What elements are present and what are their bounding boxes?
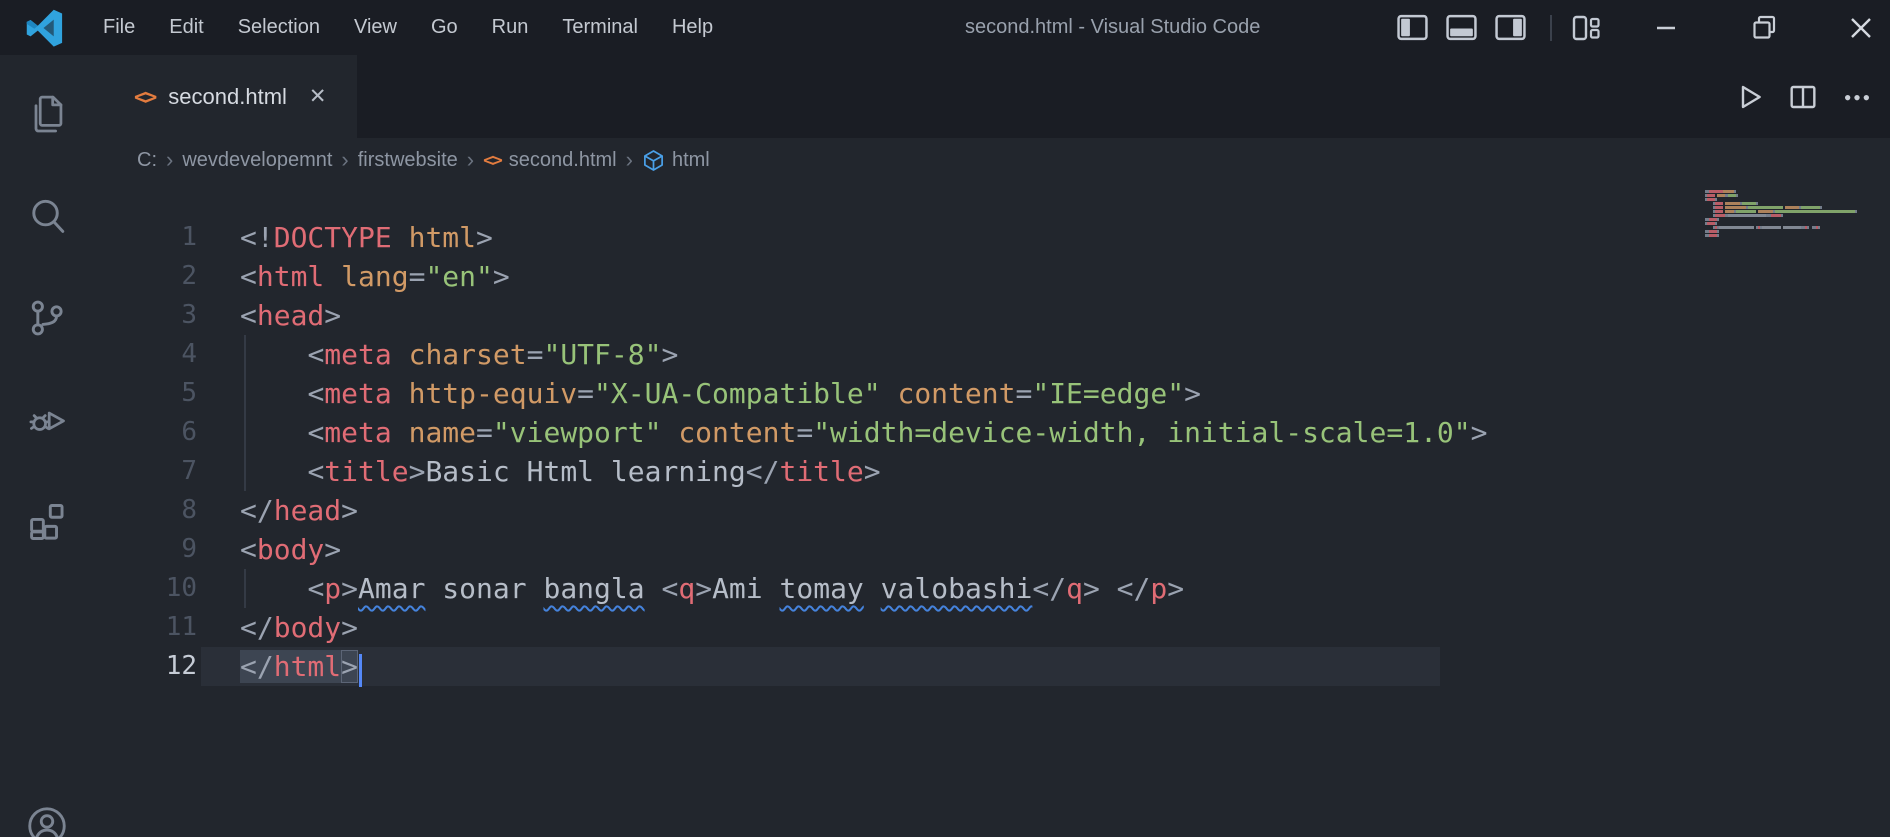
extensions-icon[interactable] bbox=[24, 499, 70, 545]
breadcrumb-item-firstwebsite[interactable]: firstwebsite bbox=[358, 149, 458, 172]
source-control-icon[interactable] bbox=[24, 295, 70, 341]
layout-sidebar-left-icon[interactable] bbox=[1397, 14, 1428, 41]
breadcrumb: C: › wevdevelopemnt › firstwebsite › <> second.… bbox=[94, 138, 1890, 182]
editor-actions bbox=[1732, 55, 1874, 138]
text-cursor bbox=[359, 654, 363, 687]
breadcrumb-item-c-[interactable]: C: bbox=[137, 149, 157, 172]
chevron-right-icon: › bbox=[466, 147, 475, 172]
customize-layout-icon[interactable] bbox=[1572, 14, 1600, 42]
code-line-4[interactable]: 4 <meta charset="UTF-8"> bbox=[94, 335, 1890, 374]
chevron-right-icon: › bbox=[341, 147, 349, 172]
code-editor[interactable]: 1 <!DOCTYPE html> 2 <html lang="en"> 3 <head>… bbox=[94, 182, 1890, 837]
html-file-icon: <> bbox=[134, 84, 157, 109]
breadcrumb-item-wevdevelopemnt[interactable]: wevdevelopemnt bbox=[182, 149, 332, 172]
more-actions-button[interactable] bbox=[1840, 80, 1874, 114]
line-number: 3 bbox=[181, 300, 197, 330]
title-bar: File Edit Selection View Go Run Terminal Help s… bbox=[0, 0, 1890, 55]
line-number: 6 bbox=[181, 417, 197, 447]
tab-second-html[interactable]: <> second.html ✕ bbox=[94, 55, 357, 138]
line-number: 8 bbox=[181, 495, 197, 525]
activity-bar bbox=[0, 55, 94, 837]
menu-go[interactable]: Go bbox=[414, 0, 475, 55]
tab-bar: <> second.html ✕ bbox=[94, 55, 1890, 138]
chevron-right-icon: › bbox=[166, 147, 174, 172]
menu-selection[interactable]: Selection bbox=[221, 0, 337, 55]
line-number: 7 bbox=[181, 456, 197, 486]
line-number: 9 bbox=[181, 534, 197, 564]
window-controls bbox=[1397, 0, 1890, 55]
code-line-8[interactable]: 8 </head> bbox=[94, 491, 1890, 530]
menu-help[interactable]: Help bbox=[655, 0, 730, 55]
vscode-logo-icon bbox=[26, 9, 64, 47]
layout-sidebar-right-icon[interactable] bbox=[1495, 14, 1526, 41]
code-line-1[interactable]: 1 <!DOCTYPE html> bbox=[94, 218, 1890, 257]
chevron-right-icon: › bbox=[625, 147, 633, 172]
code-line-10[interactable]: 10 <p>Amar sonar bangla <q>Ami tomay val… bbox=[94, 569, 1890, 608]
menu-edit[interactable]: Edit bbox=[152, 0, 220, 55]
menu-view[interactable]: View bbox=[337, 0, 414, 55]
minimap[interactable] bbox=[1705, 190, 1880, 238]
code-line-12[interactable]: 12 </html> bbox=[94, 647, 1890, 687]
code-line-3[interactable]: 3 <head> bbox=[94, 296, 1890, 335]
code-line-11[interactable]: 11 </body> bbox=[94, 608, 1890, 647]
controls-divider bbox=[1550, 14, 1552, 41]
code-line-6[interactable]: 6 <meta name="viewport" content="width=d… bbox=[94, 413, 1890, 452]
menu-file[interactable]: File bbox=[86, 0, 152, 55]
tab-label: second.html bbox=[168, 83, 287, 109]
close-button[interactable] bbox=[1846, 13, 1876, 43]
breadcrumb-item-second-html[interactable]: <> second.html bbox=[483, 149, 617, 172]
line-number: 10 bbox=[165, 573, 197, 603]
line-number: 4 bbox=[181, 339, 197, 369]
html-file-icon: <> bbox=[483, 149, 503, 171]
line-number: 11 bbox=[165, 612, 197, 642]
layout-panel-icon[interactable] bbox=[1446, 14, 1477, 41]
tab-close-icon[interactable]: ✕ bbox=[305, 82, 331, 111]
search-icon[interactable] bbox=[24, 193, 70, 239]
line-number: 5 bbox=[181, 378, 197, 408]
run-button[interactable] bbox=[1732, 80, 1766, 114]
minimize-button[interactable] bbox=[1652, 14, 1680, 42]
explorer-icon[interactable] bbox=[24, 91, 70, 137]
window-title: second.html - Visual Studio Code bbox=[965, 16, 1261, 38]
menu-terminal[interactable]: Terminal bbox=[545, 0, 655, 55]
split-editor-button[interactable] bbox=[1786, 80, 1820, 114]
code-line-5[interactable]: 5 <meta http-equiv="X-UA-Compatible" con… bbox=[94, 374, 1890, 413]
run-and-debug-icon[interactable] bbox=[24, 397, 70, 443]
account-icon[interactable] bbox=[24, 803, 70, 837]
breadcrumb-item-html[interactable]: html bbox=[642, 149, 710, 172]
code-line-9[interactable]: 9 <body> bbox=[94, 530, 1890, 569]
menu-run[interactable]: Run bbox=[475, 0, 546, 55]
code-line-2[interactable]: 2 <html lang="en"> bbox=[94, 257, 1890, 296]
menu-bar: File Edit Selection View Go Run Terminal Help bbox=[86, 0, 730, 55]
line-number: 1 bbox=[181, 222, 197, 252]
line-number: 2 bbox=[181, 261, 197, 291]
line-number: 12 bbox=[165, 651, 197, 681]
symbol-cube-icon bbox=[642, 149, 665, 172]
code-line-7[interactable]: 7 <title>Basic Html learning</title> bbox=[94, 452, 1890, 491]
restore-button[interactable] bbox=[1750, 13, 1780, 43]
